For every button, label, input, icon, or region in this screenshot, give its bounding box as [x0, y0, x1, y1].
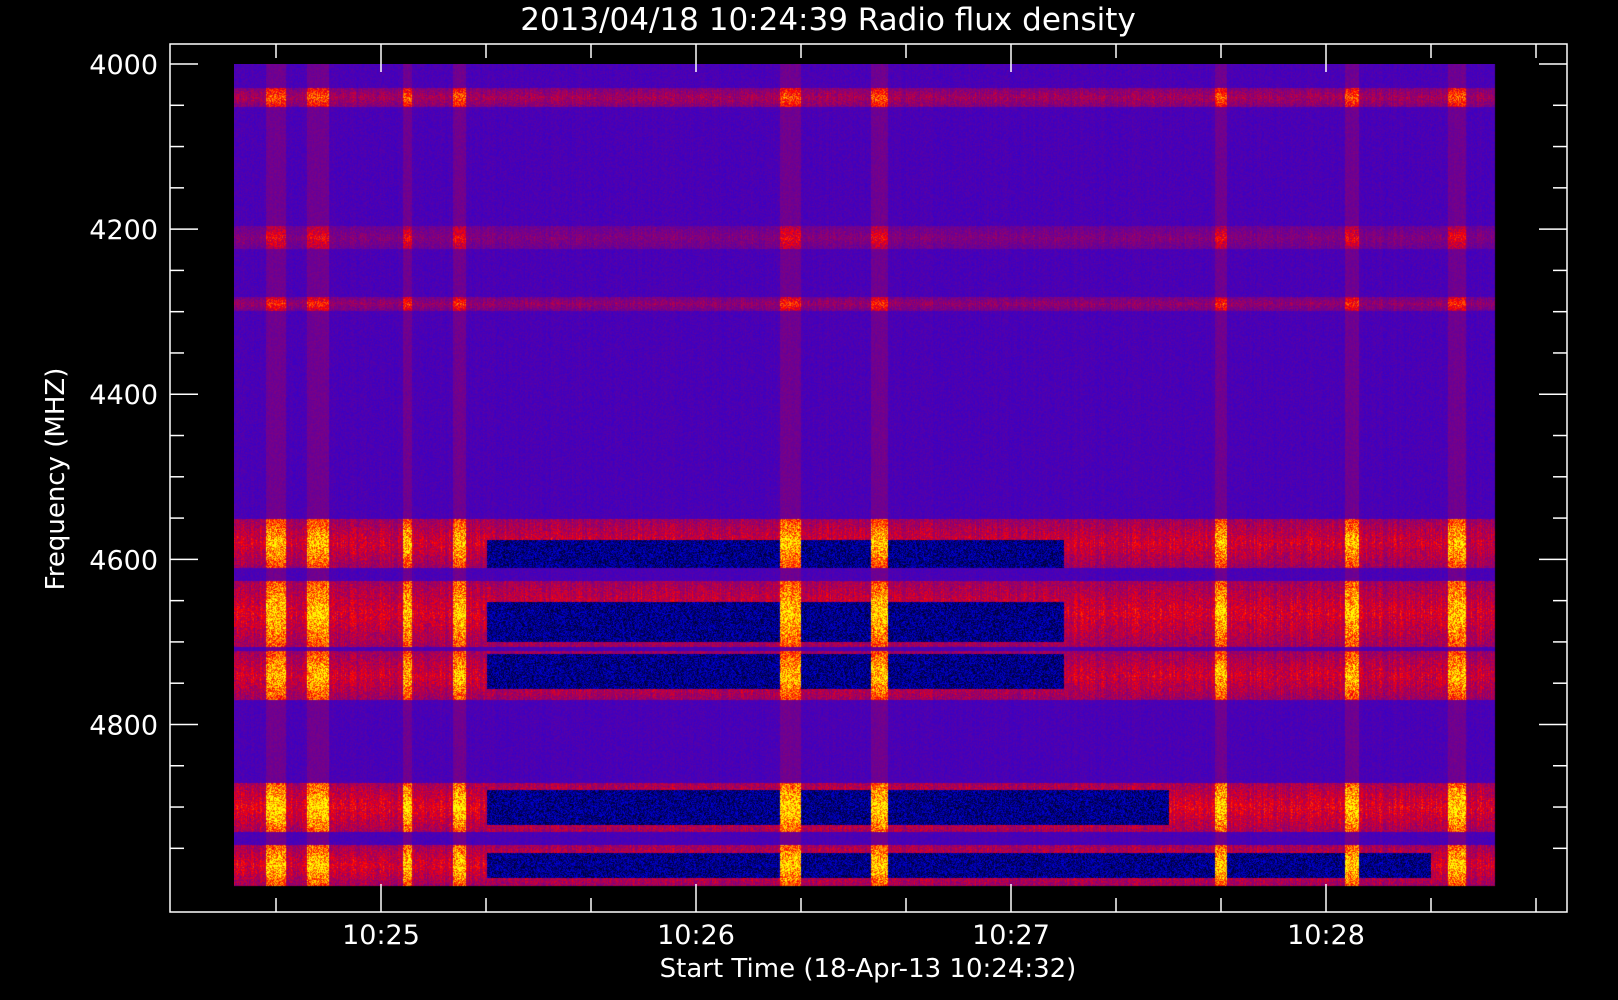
y-tick-label: 4400 — [89, 380, 158, 411]
y-tick-label: 4600 — [89, 545, 158, 576]
x-tick-label: 10:25 — [342, 920, 420, 951]
x-tick-label: 10:28 — [1287, 920, 1365, 951]
y-tick-label: 4200 — [89, 215, 158, 246]
heatmap-image-holder — [234, 64, 1502, 888]
y-axis-label: Frequency (MHZ) — [41, 368, 71, 591]
y-tick-label: 4000 — [89, 50, 158, 81]
x-tick-label: 10:26 — [657, 920, 735, 951]
y-tick-label: 4800 — [89, 710, 158, 741]
heatmap-image — [234, 64, 1502, 888]
x-axis-label: Start Time (18-Apr-13 10:24:32) — [660, 954, 1077, 984]
plot-area: 4000 4200 4400 4600 4800 10:25 10:26 10:27 10:28 — [89, 43, 1568, 951]
x-tick-label: 10:27 — [972, 920, 1050, 951]
spectrogram-chart: 2013/04/18 10:24:39 Radio flux density 4… — [0, 0, 1618, 1000]
chart-title: 2013/04/18 10:24:39 Radio flux density — [520, 2, 1136, 38]
